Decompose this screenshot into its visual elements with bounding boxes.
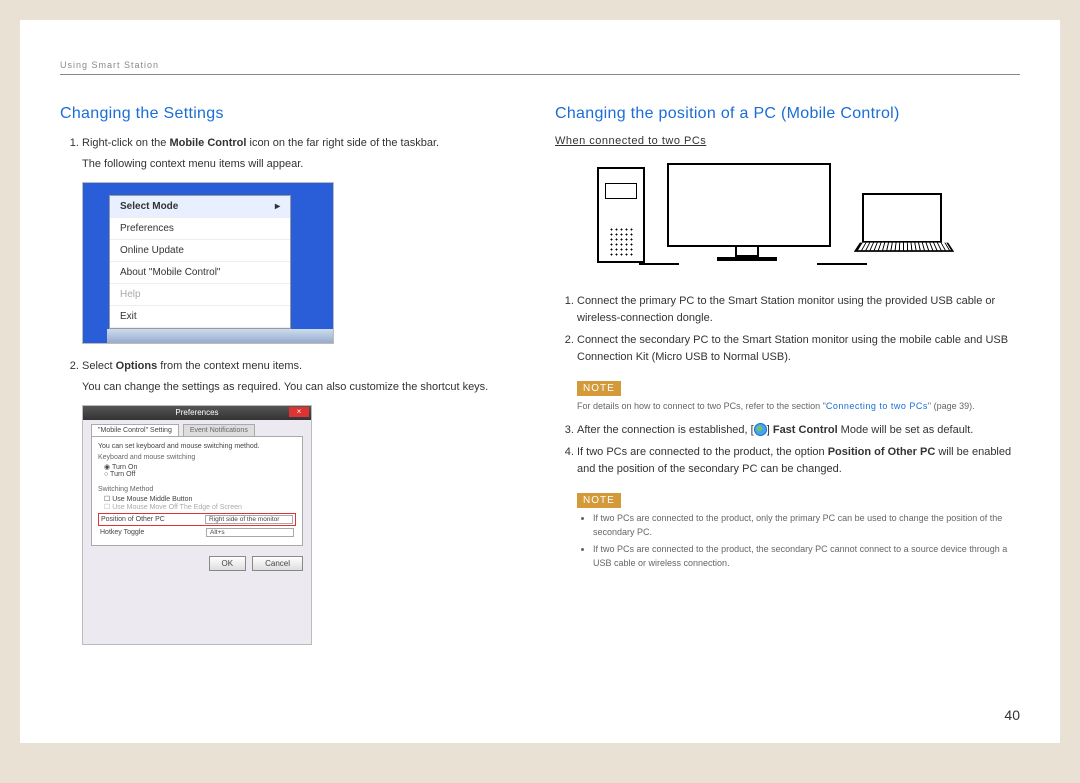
hotkey-row: Hotkey Toggle Alt+s — [98, 528, 296, 537]
note-badge: NOTE — [577, 381, 621, 396]
menu-preferences[interactable]: Preferences — [110, 218, 290, 240]
tab-mobile-control-setting[interactable]: "Mobile Control" Setting — [91, 424, 179, 436]
right-step-1: Connect the primary PC to the Smart Stat… — [577, 293, 1020, 326]
cable-icon — [639, 263, 679, 265]
prefs-panel: You can set keyboard and mouse switching… — [91, 436, 303, 546]
ok-button[interactable]: OK — [209, 556, 247, 571]
preferences-screenshot: Preferences × "Mobile Control" Setting E… — [82, 405, 312, 645]
left-title: Changing the Settings — [60, 105, 525, 123]
right-step-3: After the connection is established, [] … — [577, 422, 1020, 439]
laptop-icon — [857, 193, 947, 259]
page-number: 40 — [1004, 707, 1020, 723]
cancel-button[interactable]: Cancel — [252, 556, 303, 571]
two-column-layout: Changing the Settings Right-click on the… — [60, 105, 1020, 645]
menu-exit[interactable]: Exit — [110, 306, 290, 328]
monitor-icon — [667, 163, 827, 259]
hotkey-value[interactable]: Alt+s — [206, 528, 294, 537]
prefs-titlebar: Preferences × — [83, 406, 311, 420]
globe-icon — [754, 423, 767, 436]
position-of-other-pc-row: Position of Other PC Right side of the m… — [98, 513, 296, 526]
right-subhead: When connected to two PCs — [555, 135, 1020, 147]
chevron-right-icon: ▸ — [275, 201, 280, 212]
menu-select-mode[interactable]: Select Mode ▸ — [110, 196, 290, 218]
right-step-4: If two PCs are connected to the product,… — [577, 444, 1020, 477]
menu-online-update[interactable]: Online Update — [110, 240, 290, 262]
right-column: Changing the position of a PC (Mobile Co… — [555, 105, 1020, 645]
pc-tower-icon — [597, 167, 645, 263]
radio-turn-off[interactable]: ○ Turn Off — [104, 471, 296, 478]
chk-edge-screen[interactable]: ☐ Use Mouse Move Off The Edge of Screen — [104, 503, 296, 511]
menu-help[interactable]: Help — [110, 284, 290, 306]
connection-diagram — [577, 157, 957, 277]
right-step-2: Connect the secondary PC to the Smart St… — [577, 332, 1020, 365]
context-menu-screenshot: Select Mode ▸ Preferences Online Update … — [82, 182, 334, 344]
tab-event-notifications[interactable]: Event Notifications — [183, 424, 255, 436]
radio-turn-on[interactable]: ◉ Turn On — [104, 463, 296, 471]
menu-about[interactable]: About "Mobile Control" — [110, 262, 290, 284]
manual-page: Using Smart Station Changing the Setting… — [20, 20, 1060, 743]
left-column: Changing the Settings Right-click on the… — [60, 105, 525, 645]
position-select[interactable]: Right side of the monitor — [205, 515, 293, 524]
link-connecting-two-pcs[interactable]: Connecting to two PCs — [826, 401, 928, 411]
close-icon[interactable]: × — [289, 407, 309, 417]
right-title: Changing the position of a PC (Mobile Co… — [555, 105, 1020, 123]
note-badge: NOTE — [577, 493, 621, 508]
taskbar — [107, 329, 333, 343]
left-step-2: Select Options from the context menu ite… — [82, 358, 525, 395]
note-1-text: For details on how to connect to two PCs… — [577, 400, 1020, 414]
left-step-1: Right-click on the Mobile Control icon o… — [82, 135, 525, 172]
cable-icon — [817, 263, 867, 265]
chk-middle-button[interactable]: ☐ Use Mouse Middle Button — [104, 495, 296, 503]
note-2-text: If two PCs are connected to the product,… — [577, 512, 1020, 570]
section-header: Using Smart Station — [60, 60, 1020, 75]
context-menu: Select Mode ▸ Preferences Online Update … — [109, 195, 291, 329]
